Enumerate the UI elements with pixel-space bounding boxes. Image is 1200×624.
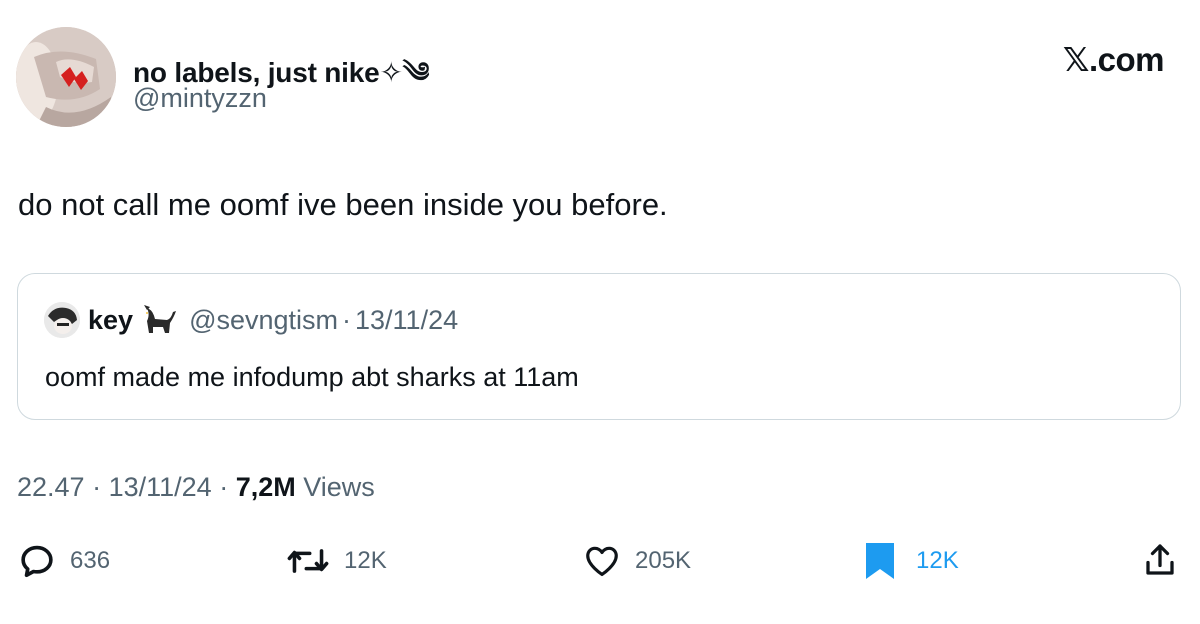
share-button[interactable] xyxy=(1142,538,1178,584)
quoted-display-name[interactable]: key xyxy=(88,305,133,336)
tweet-text: do not call me oomf ive been inside you … xyxy=(18,187,668,222)
heart-icon xyxy=(586,546,618,577)
retweet-count: 12K xyxy=(344,547,387,574)
reply-icon xyxy=(21,545,53,578)
author-handle[interactable]: @mintyzzn xyxy=(133,83,267,114)
quoted-tweet[interactable]: key @sevngtism · 13/11/24 oomf made me i… xyxy=(17,273,1181,420)
share-icon xyxy=(1146,544,1174,575)
meta-separator: · xyxy=(92,472,109,502)
action-bar: 636 12K 205K 12K xyxy=(0,538,1200,584)
quoted-tweet-text: oomf made me infodump abt sharks at 11am xyxy=(45,362,579,392)
views-label: Views xyxy=(303,472,375,502)
author-avatar-image xyxy=(16,27,116,127)
tweet-date[interactable]: 13/11/24 xyxy=(109,472,212,502)
quoted-separator: · xyxy=(342,304,352,335)
meta-separator: · xyxy=(219,472,236,502)
retweet-button[interactable]: 12K xyxy=(286,538,387,584)
tweet-meta: 22.47 · 13/11/24 · 7,2M Views xyxy=(17,472,375,503)
bookmark-button[interactable]: 12K xyxy=(864,538,959,584)
quoted-tweet-header: key @sevngtism · 13/11/24 xyxy=(44,302,458,338)
views-count: 7,2M xyxy=(235,472,296,502)
brand-logo: 𝕏.com xyxy=(1062,41,1165,78)
like-count: 205K xyxy=(635,547,692,574)
quoted-avatar-image xyxy=(44,302,80,338)
cat-emoji-icon xyxy=(144,305,177,333)
like-button[interactable]: 205K xyxy=(583,538,691,584)
quoted-handle[interactable]: @sevngtism xyxy=(189,305,338,336)
author-avatar[interactable] xyxy=(16,27,116,127)
tweet-time[interactable]: 22.47 xyxy=(17,472,85,502)
reply-count: 636 xyxy=(70,547,111,574)
reply-button[interactable]: 636 xyxy=(18,538,110,584)
quoted-avatar[interactable] xyxy=(44,302,80,338)
retweet-icon xyxy=(287,549,329,573)
quoted-date[interactable]: 13/11/24 xyxy=(355,305,458,336)
bookmark-count: 12K xyxy=(916,547,959,574)
bookmark-icon xyxy=(866,543,894,579)
